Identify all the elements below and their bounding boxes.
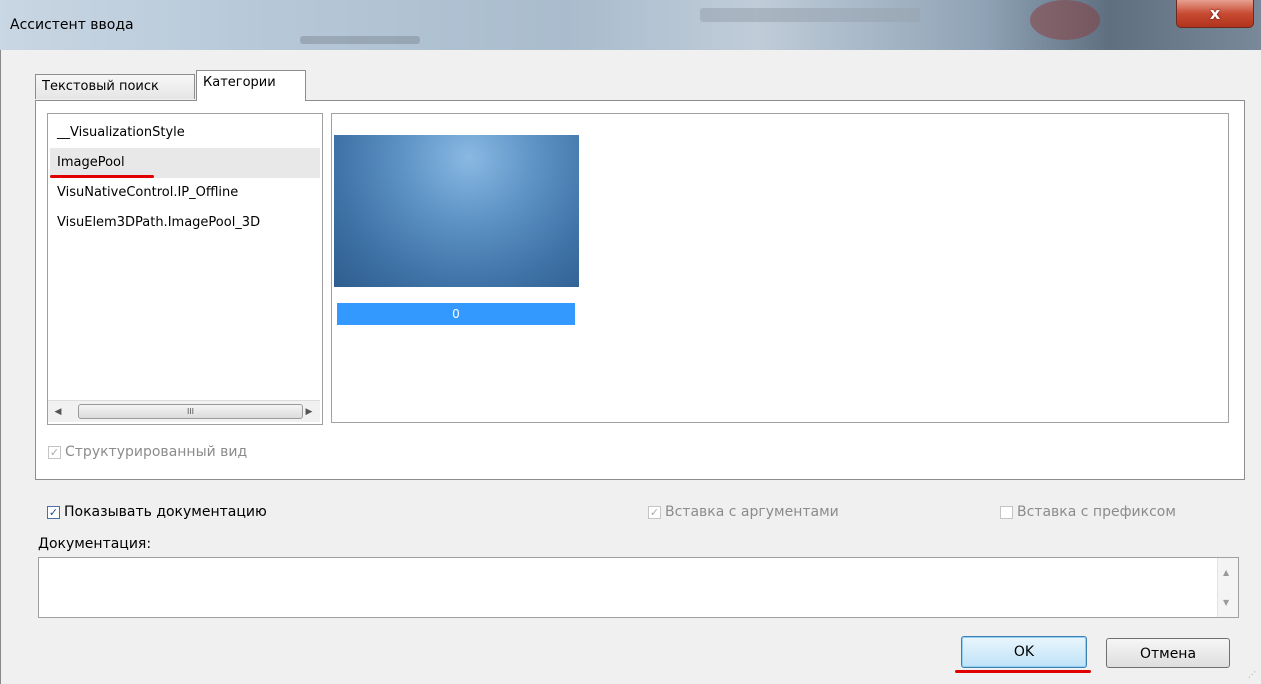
scroll-right-icon[interactable]: ▶ bbox=[302, 405, 316, 419]
highlight-underline bbox=[955, 670, 1091, 673]
checkmark-icon: ✓ bbox=[47, 505, 60, 519]
title-bar: Ассистент ввода x bbox=[0, 0, 1261, 50]
checkmark-icon: ✓ bbox=[48, 445, 61, 459]
vertical-scrollbar[interactable]: ▲ ▼ bbox=[1217, 558, 1238, 617]
image-caption[interactable]: 0 bbox=[337, 303, 575, 325]
checkbox-label: Показывать документацию bbox=[64, 504, 267, 520]
scroll-left-icon[interactable]: ◀ bbox=[51, 405, 65, 419]
structured-view-checkbox[interactable]: ✓ Структурированный вид bbox=[48, 444, 247, 460]
window-title: Ассистент ввода bbox=[10, 17, 134, 33]
scrollbar-thumb[interactable]: III bbox=[78, 404, 303, 419]
tab-text-search[interactable]: Текстовый поиск bbox=[35, 74, 195, 99]
tab-categories[interactable]: Категории bbox=[196, 70, 306, 101]
insert-with-prefix-checkbox[interactable]: Вставка с префиксом bbox=[1000, 504, 1176, 520]
scroll-down-icon[interactable]: ▼ bbox=[1223, 598, 1229, 607]
documentation-field[interactable]: ▲ ▼ bbox=[38, 557, 1239, 618]
image-thumbnail[interactable] bbox=[334, 135, 579, 287]
show-docs-checkbox[interactable]: ✓ Показывать документацию bbox=[47, 504, 267, 520]
background-blur bbox=[700, 8, 920, 22]
checkbox-label: Вставка с аргументами bbox=[665, 504, 839, 520]
list-item[interactable]: VisuElem3DPath.ImagePool_3D bbox=[50, 208, 320, 238]
list-item[interactable]: VisuNativeControl.IP_Offline bbox=[50, 178, 320, 208]
checkmark-icon: ✓ bbox=[648, 505, 661, 519]
checkbox-label: Вставка с префиксом bbox=[1017, 504, 1176, 520]
documentation-label: Документация: bbox=[38, 536, 152, 552]
list-item[interactable]: ImagePool bbox=[50, 148, 320, 178]
insert-with-args-checkbox[interactable]: ✓ Вставка с аргументами bbox=[648, 504, 839, 520]
close-button[interactable]: x bbox=[1176, 0, 1254, 28]
ok-button[interactable]: OK bbox=[961, 636, 1087, 668]
background-blur bbox=[300, 36, 420, 44]
close-icon: x bbox=[1209, 4, 1221, 23]
background-blur bbox=[1030, 0, 1100, 40]
grip-icon: III bbox=[186, 407, 195, 416]
resize-grip-icon[interactable]: ⋰ bbox=[1248, 670, 1256, 679]
category-list[interactable]: __VisualizationStyle ImagePool VisuNativ… bbox=[47, 113, 323, 425]
cancel-button[interactable]: Отмена bbox=[1106, 638, 1230, 668]
scroll-up-icon[interactable]: ▲ bbox=[1223, 568, 1229, 577]
horizontal-scrollbar[interactable]: ◀ III ▶ bbox=[48, 400, 320, 422]
list-item[interactable]: __VisualizationStyle bbox=[50, 118, 320, 148]
checkbox-label: Структурированный вид bbox=[65, 444, 248, 460]
highlight-underline bbox=[50, 175, 154, 178]
empty-checkbox-icon bbox=[1000, 505, 1013, 519]
